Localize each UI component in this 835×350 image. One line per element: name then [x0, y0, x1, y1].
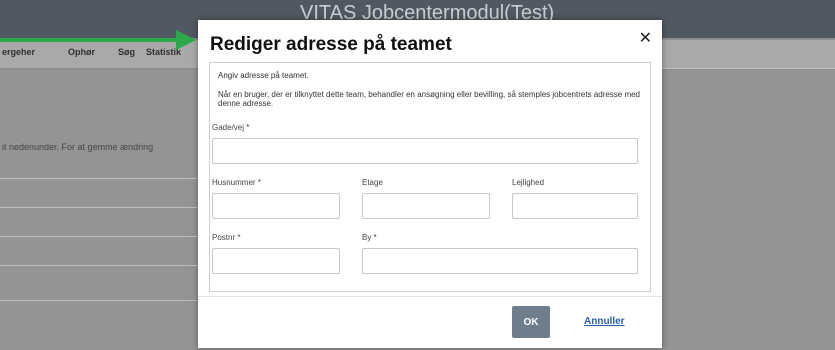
edit-address-dialog: Rediger adresse på teamet ✕ Angiv adress…: [198, 20, 662, 348]
description-text: Når en bruger, der er tilknyttet dette t…: [218, 90, 641, 108]
street-label: Gade/vej *: [212, 123, 250, 132]
postal-code-input[interactable]: [212, 248, 340, 274]
postal-code-label: Postnr *: [212, 233, 241, 242]
apartment-input[interactable]: [512, 193, 638, 219]
intro-text: Angiv adresse på teamet.: [218, 71, 309, 80]
house-number-input[interactable]: [212, 193, 340, 219]
city-label: By *: [362, 233, 377, 242]
divider: [0, 178, 200, 179]
divider: [0, 265, 200, 266]
floor-label: Etage: [362, 178, 383, 187]
city-input[interactable]: [362, 248, 638, 274]
divider: [0, 236, 200, 237]
cancel-link[interactable]: Annuller: [584, 316, 625, 327]
footer-divider: [198, 296, 662, 297]
arrow-annotation-head: [176, 30, 196, 50]
ok-button[interactable]: OK: [512, 306, 550, 338]
street-input[interactable]: [212, 138, 638, 164]
floor-input[interactable]: [362, 193, 490, 219]
arrow-annotation-shaft: [0, 38, 178, 42]
close-icon[interactable]: ✕: [639, 28, 652, 48]
divider: [0, 207, 200, 208]
house-number-label: Husnummer *: [212, 178, 261, 187]
divider: [0, 300, 200, 301]
apartment-label: Lejlighed: [512, 178, 545, 187]
background-text: it nedenunder. For at gemme ændring: [2, 142, 154, 152]
nav-item-1[interactable]: ergeher: [2, 47, 35, 57]
nav-item-2[interactable]: Ophør: [68, 47, 95, 57]
dialog-title: Rediger adresse på teamet: [210, 34, 452, 55]
nav-item-search[interactable]: Søg: [118, 47, 135, 57]
divider: [640, 68, 835, 69]
